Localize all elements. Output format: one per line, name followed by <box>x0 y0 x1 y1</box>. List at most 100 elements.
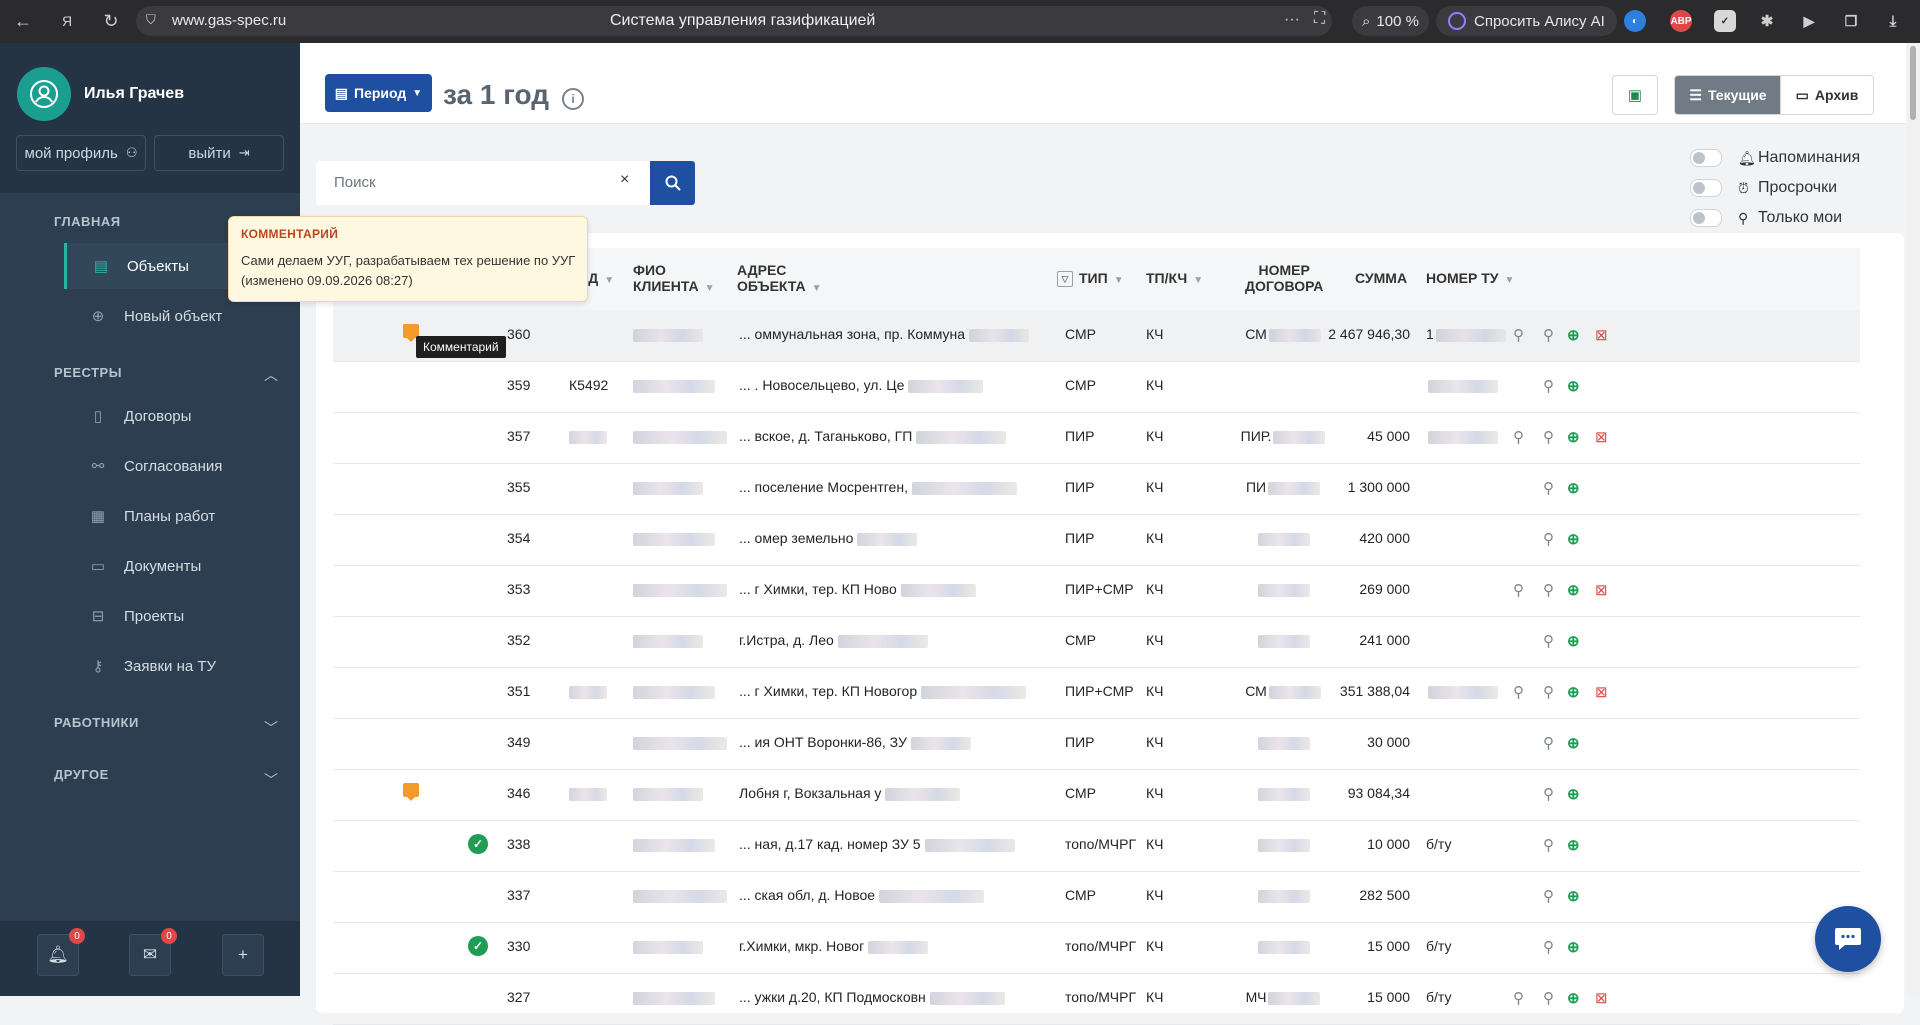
col-fio[interactable]: ФИО КЛИЕНТА ▼ <box>633 262 715 297</box>
pin-icon[interactable]: ⚲ <box>1513 989 1524 1007</box>
col-address[interactable]: АДРЕС ОБЪЕКТА ▼ <box>737 262 822 297</box>
pin-icon[interactable]: ⚲ <box>1543 326 1554 344</box>
add-link-icon[interactable]: ⊕ <box>1567 938 1580 956</box>
search-input[interactable] <box>332 173 616 192</box>
clear-icon[interactable]: × <box>620 171 629 189</box>
table-row[interactable]: 349 ... ия ОНТ Воронки-86, ЗУ ПИР КЧ 30 000 ⚲… <box>333 718 1860 770</box>
alice-button[interactable]: Спросить Алису AI <box>1436 6 1617 36</box>
add-link-icon[interactable]: ⊕ <box>1567 836 1580 854</box>
add-link-icon[interactable]: ⊕ <box>1567 326 1580 344</box>
chevron-up-icon[interactable]: ︿ <box>264 365 278 385</box>
add-link-icon[interactable]: ⊕ <box>1567 632 1580 650</box>
table-row[interactable]: 337 ... ская обл, д. Новое СМР КЧ 282 500 ⚲ ⊕ <box>333 871 1860 923</box>
pin-icon[interactable]: ⚲ <box>1543 428 1554 446</box>
pin-icon[interactable]: ⚲ <box>1543 530 1554 548</box>
pin-icon[interactable]: ⚲ <box>1543 581 1554 599</box>
add-link-icon[interactable]: ⊕ <box>1567 887 1580 905</box>
bookmark-icon[interactable]: ⛶ <box>1314 10 1325 28</box>
pin-icon[interactable]: ⚲ <box>1543 785 1554 803</box>
add-link-icon[interactable]: ⊕ <box>1567 734 1580 752</box>
back-arrow-icon[interactable]: ← <box>6 4 40 38</box>
sidebar-item-approvals[interactable]: ⚯ Согласования <box>64 443 300 489</box>
col-tu[interactable]: НОМЕР ТУ ▼ <box>1426 270 1514 289</box>
yandex-logo-icon[interactable]: Я <box>50 4 84 38</box>
tab-current[interactable]: ☰ Текущие <box>1674 75 1782 115</box>
sidebar-item-documents[interactable]: ▭ Документы <box>64 543 300 589</box>
col-sum[interactable]: СУММА <box>1355 270 1407 286</box>
table-row[interactable]: 360 ... оммунальная зона, пр. Коммуна СМР К… <box>333 310 1860 362</box>
pin-icon[interactable]: ⚲ <box>1513 683 1524 701</box>
table-row[interactable]: 346 Лобня г, Вокзальная у СМР КЧ 93 084,34 ⚲ ⊕ <box>333 769 1860 821</box>
download-icon[interactable]: ⤓ <box>1882 10 1904 32</box>
filter-icon[interactable]: ▽ <box>1057 271 1073 288</box>
add-link-icon[interactable]: ⊕ <box>1567 785 1580 803</box>
scrollbar[interactable] <box>1906 43 1920 996</box>
more-dots-icon[interactable]: ··· <box>1284 11 1300 29</box>
only-mine-switch[interactable] <box>1690 209 1722 227</box>
pin-icon[interactable]: ⚲ <box>1543 377 1554 395</box>
table-row[interactable]: 352 г.Истра, д. Лео СМР КЧ 241 000 ⚲ ⊕ <box>333 616 1860 668</box>
add-link-icon[interactable]: ⊕ <box>1567 377 1580 395</box>
add-button[interactable]: + <box>222 934 264 976</box>
media-play-icon[interactable]: ▶ <box>1798 10 1820 32</box>
logout-button[interactable]: выйти ⇥ <box>154 135 284 171</box>
table-row[interactable]: 359 К5492 ... . Новосельцево, ул. Це СМР КЧ ⚲… <box>333 361 1860 413</box>
delete-calendar-icon[interactable]: ⊠ <box>1595 428 1608 446</box>
table-row[interactable]: ✓ 330 г.Химки, мкр. Новог топо/МЧРГ КЧ 15 000… <box>333 922 1860 974</box>
overdue-switch[interactable] <box>1690 179 1722 197</box>
messages-button[interactable]: ✉ 0 <box>129 928 177 976</box>
add-link-icon[interactable]: ⊕ <box>1567 479 1580 497</box>
zoom-control[interactable]: ⌕ 100 % <box>1352 6 1429 36</box>
sidebar-item-contracts[interactable]: ▯ Договоры <box>64 393 300 439</box>
table-row[interactable]: 357... вское, д. Таганьково, ГП ПИР КЧ ПИР.… <box>333 412 1860 464</box>
extension-blue-icon[interactable]: ◐ <box>1624 10 1646 32</box>
pin-icon[interactable]: ⚲ <box>1543 938 1554 956</box>
pin-icon[interactable]: ⚲ <box>1543 479 1554 497</box>
chat-button[interactable] <box>1815 906 1881 972</box>
pin-icon[interactable]: ⚲ <box>1513 428 1524 446</box>
pin-icon[interactable]: ⚲ <box>1543 632 1554 650</box>
table-row[interactable]: 353 ... г Химки, тер. КП Ново ПИР+СМР КЧ 269… <box>333 565 1860 617</box>
col-contract[interactable]: НОМЕР ДОГОВОРА <box>1245 262 1323 294</box>
section-workers[interactable]: РАБОТНИКИ <box>54 715 139 730</box>
toggle-only-mine[interactable]: ⚲ Только мои <box>1690 203 1860 233</box>
table-row[interactable]: ✓ 338 ... ная, д.17 кад. номер ЗУ 5 топо/МЧ… <box>333 820 1860 872</box>
comment-icon[interactable] <box>403 783 419 801</box>
chevron-down-icon[interactable]: ﹀ <box>264 718 278 738</box>
tab-archive[interactable]: ▭ Архив <box>1780 75 1874 115</box>
col-type[interactable]: ▽ ТИП ▼ <box>1057 270 1124 289</box>
search-button[interactable] <box>650 161 695 205</box>
table-row[interactable]: 355... поселение Мосрентген, ПИР КЧ ПИ 1 300… <box>333 463 1860 515</box>
col-tp[interactable]: ТП/КЧ ▼ <box>1146 270 1203 289</box>
table-row[interactable]: 327 ... ужки д.20, КП Подмосковн топо/МЧРГ… <box>333 973 1860 1025</box>
add-link-icon[interactable]: ⊕ <box>1567 683 1580 701</box>
collections-icon[interactable]: ❐ <box>1840 10 1862 32</box>
avatar[interactable] <box>17 67 71 121</box>
sidebar-item-tu-requests[interactable]: ⚷ Заявки на ТУ <box>64 643 300 689</box>
adblock-icon[interactable]: ABP <box>1670 10 1692 32</box>
table-row[interactable]: 351 ... г Химки, тер. КП Новогор ПИР+СМР КЧ… <box>333 667 1860 719</box>
extension-check-icon[interactable]: ✓ <box>1714 10 1736 32</box>
info-icon[interactable]: i <box>562 88 584 110</box>
reminders-switch[interactable] <box>1690 149 1722 167</box>
pin-icon[interactable]: ⚲ <box>1513 326 1524 344</box>
pin-icon[interactable]: ⚲ <box>1513 581 1524 599</box>
export-excel-button[interactable]: ▣ <box>1612 75 1658 115</box>
scrollbar-thumb[interactable] <box>1910 46 1916 120</box>
table-row[interactable]: 354 ... омер земельно ПИР КЧ 420 000 ⚲ ⊕ <box>333 514 1860 566</box>
pin-icon[interactable]: ⚲ <box>1543 836 1554 854</box>
section-other[interactable]: ДРУГОЕ <box>54 767 109 782</box>
reload-icon[interactable]: ↻ <box>94 4 128 38</box>
pin-icon[interactable]: ⚲ <box>1543 683 1554 701</box>
pin-icon[interactable]: ⚲ <box>1543 734 1554 752</box>
delete-calendar-icon[interactable]: ⊠ <box>1595 683 1608 701</box>
add-link-icon[interactable]: ⊕ <box>1567 581 1580 599</box>
delete-calendar-icon[interactable]: ⊠ <box>1595 989 1608 1007</box>
toggle-overdue[interactable]: ⏰︎ Просрочки <box>1690 173 1860 203</box>
delete-calendar-icon[interactable]: ⊠ <box>1595 581 1608 599</box>
pin-icon[interactable]: ⚲ <box>1543 989 1554 1007</box>
add-link-icon[interactable]: ⊕ <box>1567 989 1580 1007</box>
add-link-icon[interactable]: ⊕ <box>1567 530 1580 548</box>
period-dropdown-button[interactable]: ▤ Период ▼ <box>325 74 432 112</box>
extensions-puzzle-icon[interactable]: ✱ <box>1756 10 1778 32</box>
